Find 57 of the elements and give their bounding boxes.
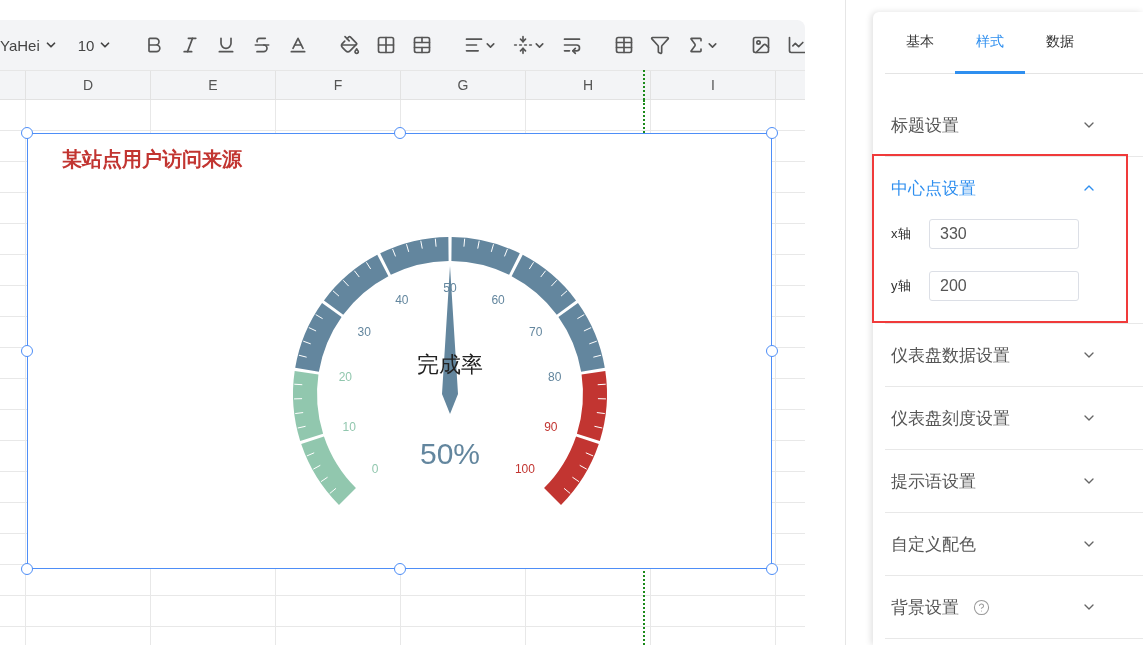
section-title[interactable]: 仪表盘数据设置 <box>891 343 1010 367</box>
border-grid-button[interactable] <box>376 35 397 55</box>
merge-cells-button[interactable] <box>412 35 433 55</box>
column-header[interactable]: H <box>526 71 651 99</box>
section-title[interactable]: 自定义配色 <box>891 532 976 556</box>
gauge-tick-label: 100 <box>514 461 535 476</box>
section-title[interactable]: 提示语设置 <box>891 469 976 493</box>
section-title[interactable]: 标题设置 <box>891 113 959 137</box>
gauge-tick-label: 40 <box>395 292 409 307</box>
wrap-text-icon <box>562 35 583 55</box>
tab[interactable]: 样式 <box>955 12 1025 74</box>
column-header[interactable]: E <box>151 71 276 99</box>
resize-handle[interactable] <box>766 563 778 575</box>
gauge-tick-label: 60 <box>491 292 505 307</box>
resize-handle[interactable] <box>766 127 778 139</box>
border-grid-icon <box>376 35 397 55</box>
line-chart-button[interactable] <box>787 35 805 55</box>
column-header[interactable]: F <box>276 71 401 99</box>
font-dropdown[interactable]: YaHei <box>0 34 58 56</box>
table-icon <box>614 35 635 55</box>
image-button[interactable] <box>751 35 772 55</box>
gauge-tick-label: 70 <box>529 324 543 339</box>
filter-button[interactable] <box>650 35 671 55</box>
gauge-value: 50% <box>420 437 480 470</box>
align-left-icon <box>464 35 485 55</box>
vertical-align-icon <box>513 35 534 55</box>
column-header[interactable]: I <box>651 71 776 99</box>
help-icon[interactable] <box>973 598 990 616</box>
tab[interactable]: 基本 <box>885 12 955 74</box>
image-icon <box>751 35 772 55</box>
gauge-tick-label: 30 <box>357 324 371 339</box>
paint-bucket-button[interactable] <box>340 35 361 55</box>
filter-icon <box>650 35 671 55</box>
line-chart-icon <box>787 35 805 55</box>
paint-bucket-icon <box>340 35 361 55</box>
chart-title: 某站点用户访问来源 <box>62 147 242 172</box>
gauge-tick-label: 20 <box>338 370 352 385</box>
field-label: y轴 <box>891 277 912 295</box>
wrap-text-button[interactable] <box>562 35 583 55</box>
table-button[interactable] <box>614 35 635 55</box>
section-title[interactable]: 仪表盘刻度设置 <box>891 406 1010 430</box>
column-header[interactable]: D <box>26 71 151 99</box>
font-size-dropdown[interactable]: 10 <box>77 34 113 56</box>
resize-handle[interactable] <box>21 563 33 575</box>
gauge-tick-label: 80 <box>548 370 562 385</box>
input-field[interactable]: 200 <box>929 271 1079 301</box>
gauge-tick-label: 90 <box>544 419 558 434</box>
gauge-tick-label: 10 <box>342 419 356 434</box>
gauge-tick-label: 0 <box>371 461 379 476</box>
section-title[interactable]: 背景设置 <box>891 595 959 619</box>
resize-handle[interactable] <box>21 345 33 357</box>
input-field[interactable]: 330 <box>929 219 1079 249</box>
column-header[interactable]: G <box>401 71 526 99</box>
tab[interactable]: 数据 <box>1025 12 1095 74</box>
merge-cells-icon <box>412 35 433 55</box>
field-label: x轴 <box>891 225 912 243</box>
resize-handle[interactable] <box>21 127 33 139</box>
